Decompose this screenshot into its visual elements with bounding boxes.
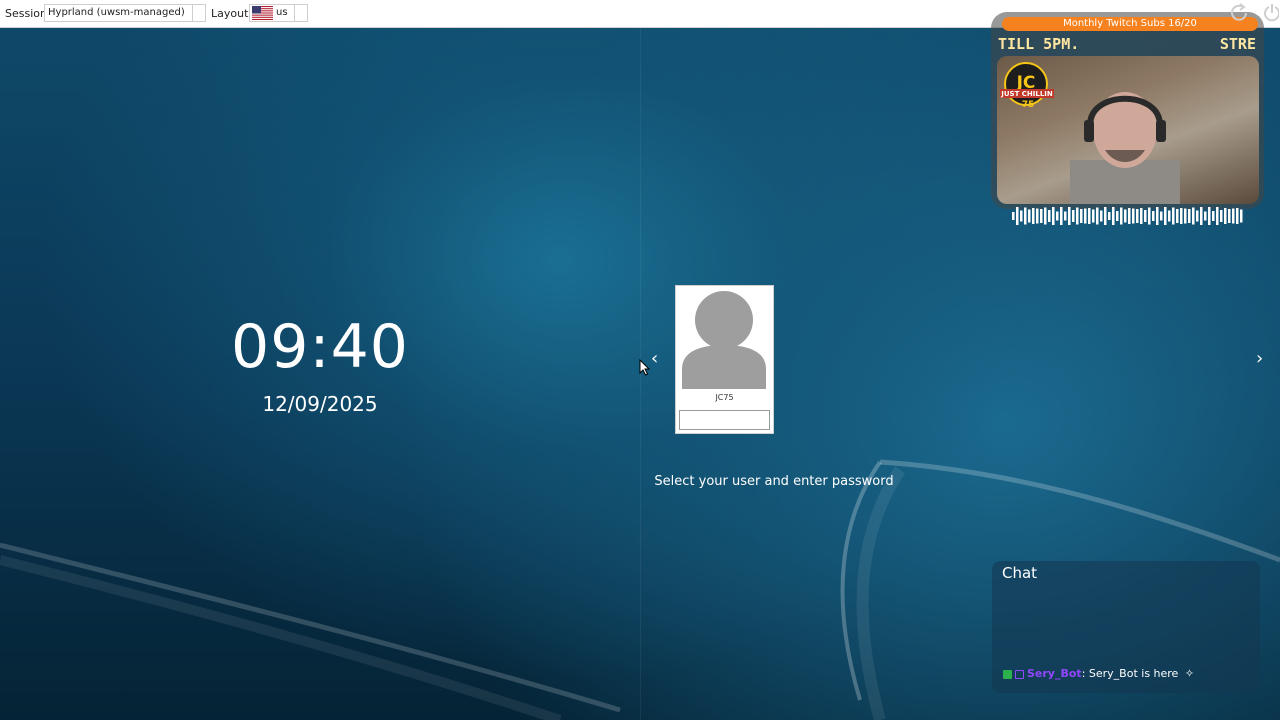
equalizer-bar: [1068, 207, 1071, 225]
chat-username: Sery_Bot: [1027, 667, 1082, 680]
dropdown-arrow-icon: [192, 5, 205, 21]
equalizer-bar: [1172, 207, 1175, 225]
equalizer-bar: [1168, 210, 1171, 222]
equalizer-bar: [1084, 208, 1087, 224]
verified-bot-badge-icon: [1015, 669, 1024, 679]
equalizer-bar: [1204, 211, 1207, 221]
dropdown-arrow-icon: [294, 5, 307, 21]
equalizer-bar: [1100, 210, 1103, 222]
user-card[interactable]: JC75: [675, 285, 774, 434]
equalizer-bar: [1164, 207, 1167, 225]
stream-marquee: TILL 5PM. STRE: [998, 35, 1258, 53]
clock-date: 12/09/2025: [262, 392, 378, 416]
equalizer-bar: [1216, 207, 1219, 225]
equalizer-bar: [1024, 207, 1027, 225]
equalizer-bar: [1224, 208, 1227, 224]
equalizer-bar: [1048, 210, 1051, 222]
equalizer-bar: [1072, 210, 1075, 222]
equalizer-bar: [1052, 207, 1055, 225]
equalizer-bar: [1044, 207, 1047, 225]
layout-select[interactable]: us: [249, 4, 308, 22]
system-icons: [1231, 3, 1279, 22]
jc75-logo: JC JUST CHILLIN 75: [1000, 62, 1054, 110]
session-value: Hyprland (uwsm-managed): [48, 7, 185, 18]
equalizer-bar: [1192, 207, 1195, 225]
equalizer-bar: [1144, 210, 1147, 222]
equalizer-bar: [1012, 212, 1015, 220]
equalizer-bar: [1156, 207, 1159, 225]
equalizer-bar: [1016, 207, 1019, 225]
equalizer-bar: [1240, 209, 1243, 223]
equalizer-bar: [1036, 208, 1039, 224]
layout-value: us: [276, 7, 288, 18]
equalizer-bar: [1212, 211, 1215, 221]
clock-time: 09:40: [231, 312, 409, 382]
marquee-right: STRE: [1219, 35, 1256, 53]
subs-goal-bar: Monthly Twitch Subs 16/20: [1002, 17, 1258, 31]
equalizer-bar: [1120, 207, 1123, 225]
layout-label: Layout: [211, 7, 249, 20]
equalizer-bar: [1140, 208, 1143, 224]
avatar-icon: [682, 291, 766, 389]
session-label: Session: [5, 7, 47, 20]
equalizer-bar: [1080, 209, 1083, 223]
equalizer-bar: [1184, 208, 1187, 224]
moderator-badge-icon: [1003, 669, 1012, 679]
equalizer-bar: [1200, 207, 1203, 225]
equalizer-bar: [1112, 207, 1115, 225]
chevron-left-icon[interactable]: ‹: [651, 350, 658, 368]
logo-subtitle: JUST CHILLIN: [1000, 90, 1053, 98]
equalizer-bar: [1236, 208, 1239, 224]
equalizer-bar: [1088, 208, 1091, 224]
equalizer-bar: [1148, 207, 1151, 225]
login-prompt: Select your user and enter password: [654, 474, 894, 489]
equalizer-bar: [1132, 208, 1135, 224]
equalizer-bar: [1160, 211, 1163, 221]
equalizer-bar: [1196, 210, 1199, 222]
chat-message: Sery_Bot: Sery_Bot is here ✧: [1003, 667, 1194, 680]
equalizer-bar: [1124, 209, 1127, 223]
equalizer-bar: [1060, 207, 1063, 225]
equalizer-bar: [1220, 210, 1223, 222]
equalizer-bar: [1108, 212, 1111, 220]
equalizer-bar: [1040, 209, 1043, 223]
us-flag-icon: [252, 6, 273, 20]
equalizer-bar: [1180, 208, 1183, 224]
equalizer-bar: [1020, 210, 1023, 222]
audio-equalizer: [1012, 207, 1243, 225]
equalizer-bar: [1116, 211, 1119, 221]
user-name: JC75: [715, 393, 734, 402]
chevron-right-icon[interactable]: ›: [1256, 350, 1263, 368]
equalizer-bar: [1228, 209, 1231, 223]
equalizer-bar: [1076, 207, 1079, 225]
chat-text: : Sery_Bot is here: [1081, 667, 1179, 680]
equalizer-bar: [1104, 207, 1107, 225]
equalizer-bar: [1152, 211, 1155, 221]
equalizer-bar: [1028, 209, 1031, 223]
equalizer-bar: [1176, 209, 1179, 223]
equalizer-bar: [1136, 209, 1139, 223]
session-select[interactable]: Hyprland (uwsm-managed): [44, 4, 206, 22]
equalizer-bar: [1096, 207, 1099, 225]
webcam-person: [1070, 92, 1180, 204]
equalizer-bar: [1128, 208, 1131, 224]
equalizer-bar: [1056, 211, 1059, 221]
equalizer-bar: [1232, 208, 1235, 224]
marquee-left: TILL 5PM.: [998, 35, 1080, 53]
equalizer-bar: [1092, 209, 1095, 223]
chat-title: Chat: [1002, 564, 1038, 582]
wizard-emote-icon: ✧: [1184, 667, 1195, 680]
equalizer-bar: [1188, 209, 1191, 223]
mouse-cursor-icon: [639, 359, 651, 376]
equalizer-bar: [1208, 207, 1211, 225]
equalizer-bar: [1032, 208, 1035, 224]
equalizer-bar: [1064, 211, 1067, 221]
logo-number: 75: [1022, 100, 1035, 110]
password-input[interactable]: [679, 410, 770, 430]
